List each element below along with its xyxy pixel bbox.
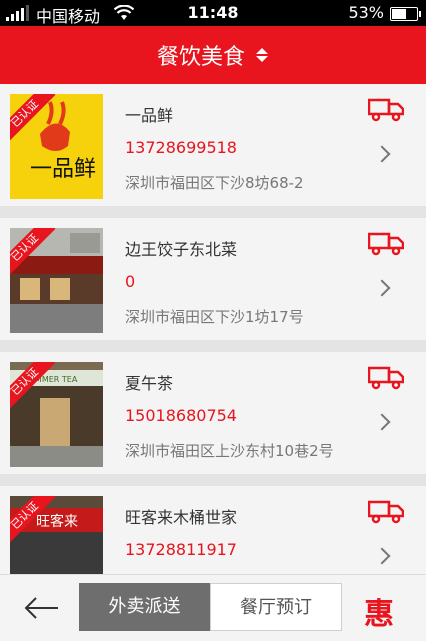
restaurant-thumbnail: 旺客来 已认证 [10,496,103,574]
bottom-toolbar: 外卖派送 餐厅预订 惠 [0,574,426,641]
list-item[interactable]: 已认证 边王饺子东北菜 0 深圳市福田区下沙1坊17号 [0,218,426,352]
chevron-right-icon[interactable] [373,279,391,297]
sort-arrows-icon[interactable] [255,47,269,63]
tab-reservation[interactable]: 餐厅预订 [210,583,342,631]
list-item[interactable]: SUMMER TEA 已认证 夏午茶 15018680754 深圳市福田区上沙东… [0,352,426,486]
delivery-truck-icon [368,366,404,390]
restaurant-address: 深圳市福田区下沙1坊17号 [125,308,304,326]
restaurant-name: 边王饺子东北菜 [125,240,238,259]
restaurant-name: 旺客来木桶世家 [125,508,238,527]
status-bar: 中国移动 11:48 53% [0,0,426,26]
page-title[interactable]: 餐饮美食 [157,39,245,71]
restaurant-phone[interactable]: 15018680754 [125,406,237,425]
restaurant-address: 深圳市福田区下沙8坊68-2 [125,174,304,192]
restaurant-list[interactable]: 一品鲜 已认证 一品鲜 13728699518 深圳市福田区下沙8坊68-2 已… [0,84,426,574]
restaurant-phone[interactable]: 13728699518 [125,138,237,157]
restaurant-thumbnail: SUMMER TEA 已认证 [10,362,103,467]
restaurant-address: 深圳市福田区上沙东村10巷2号 [125,442,334,460]
svg-text:一品鲜: 一品鲜 [30,157,96,182]
chevron-right-icon[interactable] [373,145,391,163]
battery-percent: 53% [348,3,384,22]
delivery-truck-icon [368,232,404,256]
list-item[interactable]: 旺客来 已认证 旺客来木桶世家 13728811917 [0,486,426,574]
restaurant-thumbnail: 已认证 [10,228,103,333]
delivery-truck-icon [368,98,404,122]
restaurant-phone[interactable]: 13728811917 [125,540,237,559]
back-arrow-icon[interactable] [22,593,62,623]
list-item[interactable]: 一品鲜 已认证 一品鲜 13728699518 深圳市福田区下沙8坊68-2 [0,84,426,218]
discount-button[interactable]: 惠 [364,589,394,633]
header-bar[interactable]: 餐饮美食 [0,26,426,84]
restaurant-thumbnail: 一品鲜 已认证 [10,94,103,199]
chevron-right-icon[interactable] [373,547,391,565]
chevron-right-icon[interactable] [373,413,391,431]
delivery-truck-icon [368,500,404,524]
restaurant-phone[interactable]: 0 [125,272,135,291]
restaurant-name: 夏午茶 [125,374,174,393]
sign-text: 旺客来 [36,513,78,530]
battery-icon [390,7,421,21]
tab-delivery[interactable]: 外卖派送 [79,583,210,631]
restaurant-name: 一品鲜 [125,106,174,125]
